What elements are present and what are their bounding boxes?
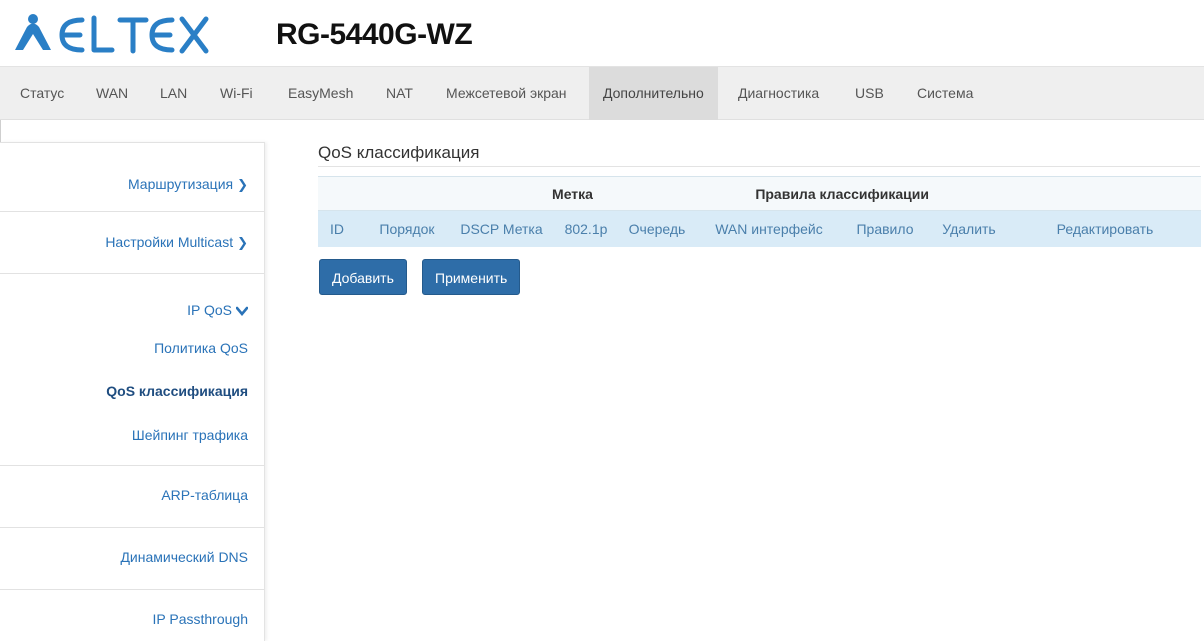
chevron-right-icon: ❯: [237, 177, 248, 192]
nav-tab-advanced[interactable]: Дополнительно: [589, 67, 718, 120]
sidebar-divider: [0, 465, 264, 466]
nav-tab-easymesh[interactable]: EasyMesh: [288, 67, 353, 120]
nav-tab-lan[interactable]: LAN: [160, 67, 187, 120]
sidebar-divider: [0, 589, 264, 590]
top-navigation: Статус WAN LAN Wi-Fi EasyMesh NAT Межсет…: [0, 66, 1204, 120]
sidebar-divider: [0, 211, 264, 212]
nav-tab-status[interactable]: Статус: [20, 67, 64, 120]
nav-tab-system[interactable]: Система: [917, 67, 973, 120]
qos-classification-table: Метка Правила классификации ID Порядок D…: [318, 176, 1201, 247]
column-header-order: Порядок: [366, 210, 448, 247]
column-header-8021p: 802.1p: [555, 210, 617, 247]
column-header-id: ID: [318, 210, 366, 247]
sidebar-item-routing[interactable]: Маршрутизация ❯: [128, 176, 248, 193]
sidebar-item-ip-qos[interactable]: IP QoS: [187, 302, 249, 318]
nav-tab-diagnostics[interactable]: Диагностика: [738, 67, 819, 120]
header: RG-5440G-WZ: [0, 0, 1204, 66]
column-header-delete: Удалить: [929, 210, 1009, 247]
device-model-title: RG-5440G-WZ: [276, 18, 473, 51]
table-group-header-label: Метка: [448, 176, 697, 211]
table-column-header-row: ID Порядок DSCP Метка 802.1p Очередь WAN…: [318, 210, 1201, 247]
sidebar-subitem-qos-policy[interactable]: Политика QoS: [154, 340, 248, 356]
table-group-header-rules: Правила классификации: [697, 176, 929, 211]
chevron-down-icon: [235, 303, 249, 318]
sidebar-item-arp-table[interactable]: ARP-таблица: [161, 487, 248, 503]
title-divider: [318, 166, 1200, 167]
column-header-rule: Правило: [841, 210, 929, 247]
table-group-header-empty: [318, 176, 448, 211]
column-header-dscp-mark: DSCP Метка: [448, 210, 555, 247]
table-group-header-empty: [929, 176, 1201, 211]
sidebar-divider: [0, 527, 264, 528]
sidebar-item-label: IP QoS: [187, 302, 232, 318]
sidebar-subitem-qos-classification[interactable]: QoS классификация: [106, 383, 248, 399]
nav-tab-usb[interactable]: USB: [855, 67, 884, 120]
column-header-queue: Очередь: [617, 210, 697, 247]
sidebar: Маршрутизация ❯ Настройки Multicast ❯ IP Q…: [0, 142, 265, 641]
nav-tab-firewall[interactable]: Межсетевой экран: [446, 67, 567, 120]
eltex-logo: [12, 10, 212, 58]
apply-button[interactable]: Применить: [422, 259, 521, 295]
chevron-right-icon: ❯: [237, 235, 248, 250]
add-button[interactable]: Добавить: [319, 259, 407, 295]
column-header-wan-interface: WAN интерфейс: [697, 210, 841, 247]
sidebar-item-multicast[interactable]: Настройки Multicast ❯: [105, 234, 248, 251]
sidebar-divider: [0, 273, 264, 274]
page-title: QoS классификация: [318, 143, 480, 162]
sidebar-item-label: Настройки Multicast: [105, 234, 234, 250]
sidebar-subitem-traffic-shaping[interactable]: Шейпинг трафика: [132, 427, 248, 443]
column-header-edit: Редактировать: [1009, 210, 1201, 247]
nav-tab-nat[interactable]: NAT: [386, 67, 413, 120]
sidebar-divider: [0, 142, 264, 143]
nav-tab-wan[interactable]: WAN: [96, 67, 128, 120]
sidebar-item-label: Маршрутизация: [127, 176, 234, 192]
nav-tab-wifi[interactable]: Wi-Fi: [220, 67, 253, 120]
sidebar-item-dynamic-dns[interactable]: Динамический DNS: [120, 549, 248, 565]
sidebar-item-ip-passthrough[interactable]: IP Passthrough: [153, 611, 248, 627]
table-group-header-row: Метка Правила классификации: [318, 176, 1201, 211]
